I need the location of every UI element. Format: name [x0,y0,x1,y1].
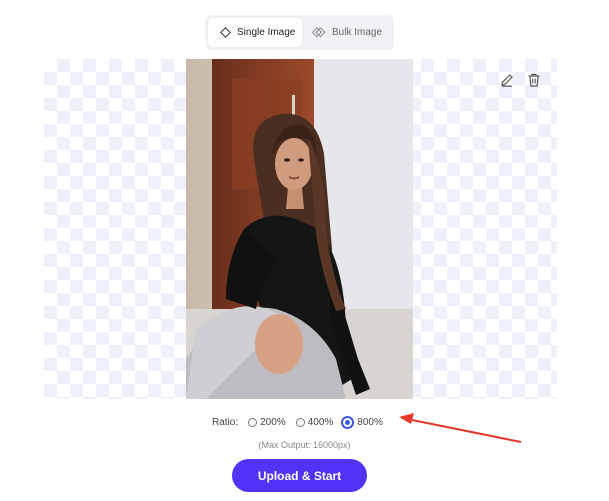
single-image-icon [220,27,231,38]
ratio-label: Ratio: [212,416,239,428]
tab-single-image[interactable]: Single Image [208,18,302,47]
upload-start-button[interactable]: Upload & Start [232,459,367,492]
pencil-icon [501,74,513,87]
delete-button[interactable] [526,72,542,88]
tab-single-label: Single Image [237,27,296,38]
image-preview-canvas [44,59,557,399]
bulk-image-icon [312,27,326,38]
radio-800-selected[interactable] [341,415,355,429]
edit-button[interactable] [499,72,515,88]
radio-200[interactable] [248,417,258,427]
max-output-note: (Max Output: 16000px) [258,440,351,450]
radio-400[interactable] [295,417,305,427]
ratio-option-400-label: 400% [307,416,334,428]
trash-icon [528,73,540,87]
ratio-option-800[interactable]: 800% [341,415,383,429]
ratio-option-200-label: 200% [260,416,286,428]
uploaded-photo [186,59,413,399]
tab-bulk-label: Bulk Image [332,27,383,38]
ratio-option-800-label: 800% [357,416,383,428]
photo-illustration [186,59,413,399]
image-mode-tabs: Single Image Bulk Image [205,15,394,50]
ratio-option-200[interactable]: 200% [248,417,286,428]
tab-bulk-image[interactable]: Bulk Image [302,18,382,47]
ratio-selector: Ratio: 200% 400% 800% [212,414,383,430]
ratio-option-400[interactable]: 400% [295,416,334,428]
